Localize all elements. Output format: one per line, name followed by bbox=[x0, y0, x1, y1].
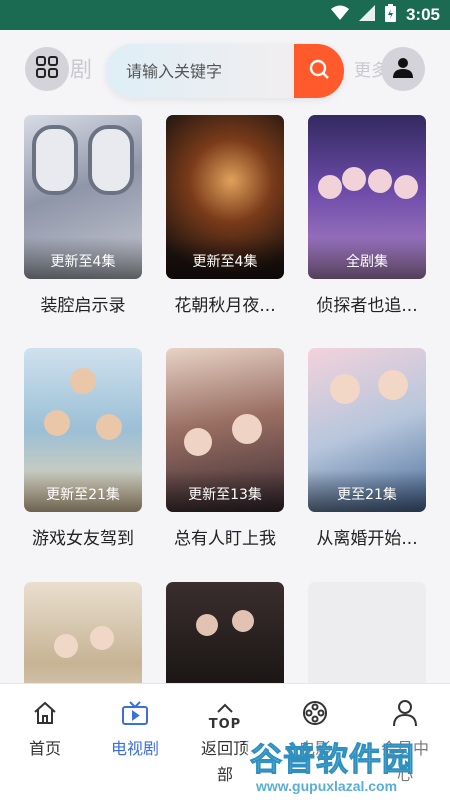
drama-card[interactable]: 更新至4集 花朝秋月夜... bbox=[166, 115, 284, 316]
drama-title: 侦探者也追... bbox=[316, 296, 418, 316]
tv-icon bbox=[121, 700, 149, 730]
header: 剧 更多 bbox=[0, 30, 450, 110]
user-icon bbox=[391, 55, 415, 83]
top-icon-text: TOP bbox=[208, 717, 242, 732]
tab-label: 电视剧 bbox=[110, 739, 159, 758]
drama-card[interactable]: 更至21集 从离婚开始... bbox=[308, 348, 426, 549]
drama-card[interactable]: 更新至21集 游戏女友驾到 bbox=[24, 348, 142, 549]
drama-poster[interactable]: 更新至21集 bbox=[24, 348, 142, 512]
drama-poster[interactable]: 更新至13集 bbox=[166, 348, 284, 512]
episode-badge: 更新至4集 bbox=[166, 237, 284, 279]
wifi-icon bbox=[330, 5, 349, 25]
search-button[interactable] bbox=[294, 44, 344, 98]
episode-badge: 更新至4集 bbox=[24, 237, 142, 279]
episode-badge: 全剧集 bbox=[308, 237, 426, 279]
watermark-url: www.gupuxlazal.com bbox=[256, 778, 398, 794]
status-time: 3:05 bbox=[405, 5, 440, 24]
person-icon bbox=[392, 699, 418, 731]
tab-home[interactable]: 首页 bbox=[0, 700, 90, 762]
drama-title: 从离婚开始... bbox=[316, 529, 418, 549]
drama-poster[interactable]: 更至21集 bbox=[308, 348, 426, 512]
home-icon bbox=[32, 700, 58, 730]
drama-card[interactable]: 更新至4集 装腔启示录 bbox=[24, 115, 142, 316]
drama-card[interactable]: 更新至13集 总有人盯上我 bbox=[166, 348, 284, 549]
search-bar bbox=[106, 44, 344, 98]
drama-title: 总有人盯上我 bbox=[174, 529, 276, 549]
tab-tv[interactable]: 电视剧 bbox=[90, 700, 180, 762]
film-reel-icon bbox=[301, 699, 329, 731]
episode-badge: 更至21集 bbox=[308, 470, 426, 512]
site-watermark: 谷普软件园 www.gupuxlazal.com bbox=[246, 730, 450, 800]
drama-poster[interactable]: 更新至4集 bbox=[166, 115, 284, 279]
search-icon bbox=[308, 58, 330, 84]
section-title-behind: 剧 bbox=[70, 58, 93, 83]
category-menu-button[interactable] bbox=[25, 47, 69, 91]
watermark-text: 谷普软件园 bbox=[249, 740, 416, 779]
tab-label: 首页 bbox=[28, 739, 61, 758]
status-bar: 3:05 bbox=[0, 0, 450, 30]
signal-icon bbox=[358, 5, 375, 25]
grid-menu-icon bbox=[35, 55, 59, 83]
battery-icon bbox=[384, 4, 396, 26]
drama-card[interactable]: 全剧集 侦探者也追... bbox=[308, 115, 426, 316]
search-input[interactable] bbox=[126, 44, 296, 98]
drama-poster[interactable]: 全剧集 bbox=[308, 115, 426, 279]
drama-title: 花朝秋月夜... bbox=[174, 296, 276, 316]
drama-title: 装腔启示录 bbox=[40, 296, 126, 316]
profile-button[interactable] bbox=[381, 47, 425, 91]
drama-poster[interactable]: 更新至4集 bbox=[24, 115, 142, 279]
episode-badge: 更新至13集 bbox=[166, 470, 284, 512]
episode-badge: 更新至21集 bbox=[24, 470, 142, 512]
top-arrow-icon bbox=[216, 698, 234, 717]
drama-title: 游戏女友驾到 bbox=[32, 529, 134, 549]
